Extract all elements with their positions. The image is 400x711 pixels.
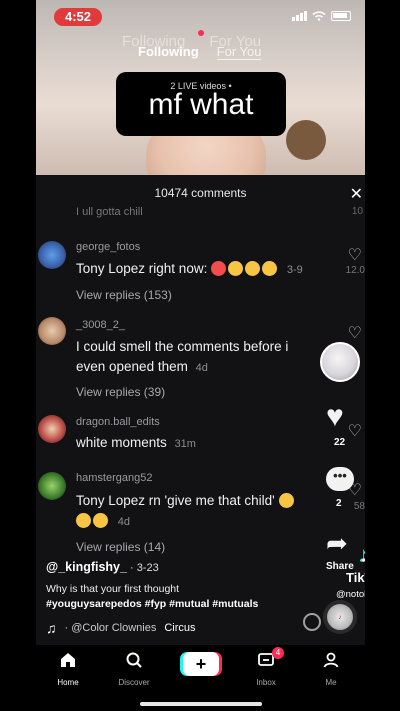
music-disc[interactable]: ♪ <box>323 600 357 634</box>
signal-icon <box>292 11 307 21</box>
angry-emoji-icon <box>211 261 227 276</box>
grimace-emoji-icon <box>228 261 244 276</box>
music-artist: · @Color Clownies <box>64 622 157 634</box>
share-arrow-icon[interactable]: ➦ <box>326 528 348 559</box>
music-row[interactable]: ♫ · @Color Clownies Circus <box>46 620 196 636</box>
comment-time: 3-9 <box>286 264 303 276</box>
tiktok-watermark: TikTok <box>346 570 365 585</box>
avatar[interactable] <box>38 317 66 345</box>
grimace-emoji-icon <box>278 493 294 508</box>
comment-body: I could smell the comments before i even… <box>76 339 289 374</box>
author-username[interactable]: @_kingfishy_ <box>46 560 127 574</box>
video-preview[interactable]: 4:52 Following For You Following For You… <box>36 0 365 175</box>
grimace-emoji-icon <box>76 513 91 528</box>
tiktok-note-icon: ♪ <box>360 542 365 568</box>
inbox-icon <box>236 651 296 673</box>
comment-time: 4d <box>117 516 131 528</box>
status-icons <box>292 11 351 21</box>
create-plus-button[interactable]: + <box>183 652 219 676</box>
comment-like-count: 58 <box>353 501 365 512</box>
comment-body: white moments <box>76 435 167 450</box>
like-heart-icon[interactable]: ♥ <box>326 402 344 432</box>
home-indicator[interactable] <box>140 702 262 706</box>
nav-inbox[interactable]: 4 Inbox <box>236 647 296 687</box>
grimace-emoji-icon <box>262 261 278 276</box>
comment-text: Tony Lopez rn 'give me that child' 4d <box>76 491 311 532</box>
grimace-emoji-icon <box>245 261 261 276</box>
nav-home[interactable]: Home <box>38 651 98 687</box>
wifi-icon <box>312 11 326 21</box>
home-icon <box>38 651 98 673</box>
live-dot <box>198 30 204 36</box>
inbox-badge: 4 <box>272 647 284 659</box>
comment-username[interactable]: hamstergang52 <box>76 472 152 484</box>
cut-comment-likes: 10 <box>351 206 363 217</box>
effect-icon[interactable] <box>303 613 321 631</box>
nav-inbox-label: Inbox <box>256 678 276 687</box>
video-hashtags[interactable]: #youguysarepedos #fyp #mutual #mutuals <box>46 598 258 610</box>
like-count: 22 <box>334 437 346 448</box>
music-title: Circus <box>164 622 196 634</box>
status-bar: 4:52 <box>36 0 365 34</box>
close-icon[interactable]: ✕ <box>350 184 363 204</box>
tab-for-you[interactable]: For You <box>216 44 262 60</box>
comment-text: I could smell the comments before i even… <box>76 337 311 378</box>
disc-label: ♪ <box>338 614 342 621</box>
view-replies-link[interactable]: View replies (39) <box>76 385 165 399</box>
comments-panel: 10474 comments ✕ I ull gotta chill 10 ge… <box>36 175 365 645</box>
nav-me[interactable]: Me <box>301 651 361 687</box>
comment-count: 2 <box>336 498 342 509</box>
person-icon <box>301 651 361 673</box>
creator-avatar[interactable] <box>320 342 360 382</box>
comment-time: 4d <box>195 362 208 374</box>
video-description: Why is that your first thought <box>46 583 180 595</box>
search-icon <box>104 651 164 673</box>
video-author[interactable]: @_kingfishy_ · 3-23 <box>46 560 159 574</box>
nav-me-label: Me <box>325 678 337 687</box>
comment-body: Tony Lopez rn 'give me that child' <box>76 493 275 508</box>
phone-screen: 4:52 Following For You Following For You… <box>36 0 365 711</box>
video-hair <box>286 120 326 160</box>
comment-text: white moments 31m <box>76 433 311 454</box>
plus-icon: + <box>195 654 207 674</box>
left-bezel <box>0 0 36 711</box>
tab-following[interactable]: Following <box>138 44 199 60</box>
nav-discover-label: Discover <box>118 678 150 687</box>
comment-time: 31m <box>174 438 196 450</box>
view-replies-link[interactable]: View replies (14) <box>76 540 165 554</box>
comment-username[interactable]: george_fotos <box>76 241 140 253</box>
comments-count: 10474 comments <box>154 186 247 200</box>
comment-bubble-icon[interactable]: ••• <box>326 467 354 491</box>
cut-comment-text: I ull gotta chill <box>76 206 143 218</box>
avatar[interactable] <box>38 472 66 500</box>
video-caption-box: 2 LIVE videos • mf what <box>116 72 286 136</box>
comment-heart-icon[interactable]: ♡ <box>348 323 362 343</box>
battery-icon <box>331 11 351 21</box>
comment-username[interactable]: dragon.ball_edits <box>76 416 160 428</box>
right-bezel <box>364 0 400 711</box>
comment-like-count: 12.0 <box>345 265 365 276</box>
video-caption-text: mf what <box>148 88 254 121</box>
view-replies-link[interactable]: View replies (153) <box>76 288 172 302</box>
nav-discover[interactable]: Discover <box>104 651 164 687</box>
feed-tabs: Following For You <box>138 44 262 60</box>
watermark-handle: @notokkyle <box>336 589 365 600</box>
comment-heart-icon[interactable]: ♡ <box>348 421 362 441</box>
comment-text: Tony Lopez right now: 3-9 <box>76 259 311 280</box>
video-date: · 3-23 <box>129 562 159 574</box>
grimace-emoji-icon <box>93 513 108 528</box>
music-note-icon: ♫ <box>46 620 57 636</box>
comment-body: Tony Lopez right now: <box>76 261 208 276</box>
nav-home-label: Home <box>57 678 79 687</box>
avatar[interactable] <box>38 241 66 269</box>
comment-heart-icon[interactable]: ♡ <box>348 245 362 265</box>
avatar[interactable] <box>38 415 66 443</box>
comment-username[interactable]: _3008_2_ <box>76 319 125 331</box>
status-time: 4:52 <box>54 8 102 26</box>
